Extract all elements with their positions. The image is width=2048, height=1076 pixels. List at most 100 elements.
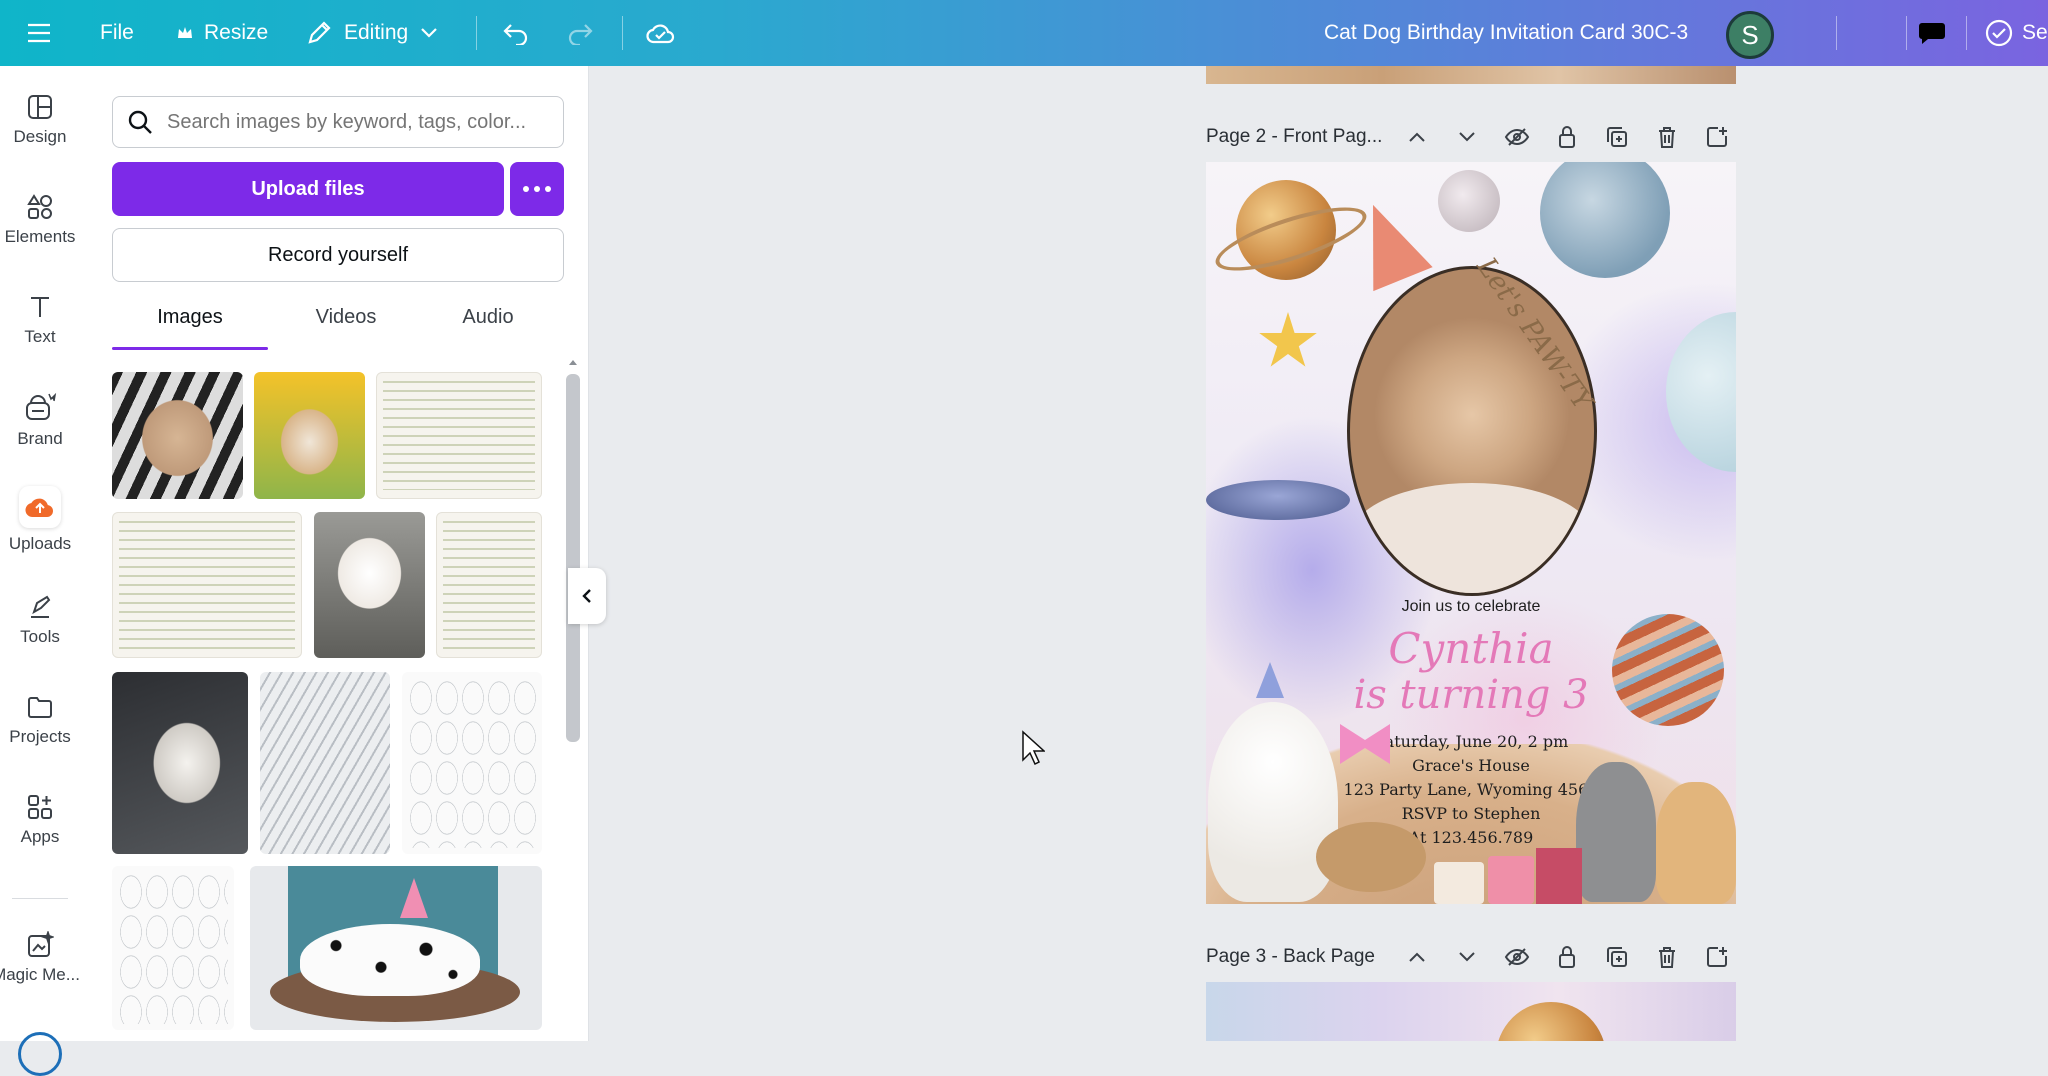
rail-apps[interactable]: Apps xyxy=(0,774,80,866)
trash-icon xyxy=(1659,947,1675,968)
upload-thumb-document[interactable] xyxy=(112,512,302,658)
avatar[interactable]: S xyxy=(1726,11,1774,59)
account-icon[interactable] xyxy=(18,1032,62,1076)
avatar-letter: S xyxy=(1741,19,1759,50)
move-up-button[interactable] xyxy=(1402,122,1432,152)
collapse-panel-button[interactable] xyxy=(568,568,606,624)
rail-label: Tools xyxy=(20,627,60,646)
search-box[interactable] xyxy=(112,96,564,148)
lock-icon xyxy=(1559,946,1575,968)
hide-page-button[interactable] xyxy=(1502,942,1532,972)
file-menu[interactable]: File xyxy=(100,0,134,66)
page-2-canvas[interactable]: Let's PAW-TY Join us to celebrate Cynthi… xyxy=(1206,162,1736,904)
join-text: Join us to celebrate xyxy=(1401,598,1541,615)
tools-icon xyxy=(31,595,51,618)
top-bar: File Resize Editing Cat Dog Birthday Inv… xyxy=(0,0,2048,66)
share-button[interactable]: Se xyxy=(1972,12,2048,54)
upload-thumb-document[interactable] xyxy=(376,372,542,499)
record-yourself-button[interactable]: Record yourself xyxy=(112,228,564,282)
upload-thumb-cat[interactable] xyxy=(112,372,243,499)
rail-label: Text xyxy=(24,327,56,346)
search-icon xyxy=(128,110,152,134)
menu-icon[interactable] xyxy=(26,0,52,66)
upload-files-button[interactable]: Upload files xyxy=(112,162,504,216)
crown-icon xyxy=(178,27,192,38)
rail-uploads[interactable]: Uploads xyxy=(0,474,80,566)
eye-off-icon xyxy=(1504,128,1530,146)
redo-button[interactable] xyxy=(566,0,594,66)
upload-thumb-white-dog[interactable] xyxy=(314,512,425,658)
rail-tools[interactable]: Tools xyxy=(0,574,80,666)
apps-icon xyxy=(28,795,52,819)
gift-box xyxy=(1488,856,1534,904)
cloud-save-icon[interactable] xyxy=(646,0,676,66)
tab-images[interactable]: Images xyxy=(112,294,268,340)
share-label: Se xyxy=(2022,21,2048,44)
editing-dropdown[interactable]: Editing xyxy=(306,0,438,66)
samoyed-dog xyxy=(1208,702,1338,902)
page-3-canvas[interactable] xyxy=(1206,982,1736,1041)
duplicate-icon xyxy=(1607,127,1627,147)
resize-button[interactable]: Resize xyxy=(176,0,268,66)
more-options-button[interactable] xyxy=(510,162,564,216)
move-down-button[interactable] xyxy=(1452,122,1482,152)
chevron-up-icon xyxy=(1409,952,1425,962)
page-2-title[interactable]: Page 2 - Front Pag... xyxy=(1206,126,1382,148)
dot xyxy=(545,186,551,192)
page-1-bottom-edge[interactable] xyxy=(1206,66,1736,84)
duplicate-page-button[interactable] xyxy=(1602,942,1632,972)
topbar-divider xyxy=(1906,16,1907,50)
left-rail: Design Elements Text Brand Uploads Tools… xyxy=(0,66,80,1076)
delete-page-button[interactable] xyxy=(1652,122,1682,152)
tab-videos[interactable]: Videos xyxy=(268,294,424,340)
chevron-down-icon xyxy=(421,28,437,38)
add-page-button[interactable] xyxy=(1702,122,1732,152)
rail-magic-media[interactable]: Magic Me... xyxy=(0,912,80,1004)
lock-page-button[interactable] xyxy=(1552,942,1582,972)
uploads-panel: Upload files Record yourself Images Vide… xyxy=(80,66,589,1041)
rail-design[interactable]: Design xyxy=(0,74,80,166)
undo-button[interactable] xyxy=(502,0,530,66)
sleeping-cat xyxy=(1316,822,1426,892)
scroll-up-icon[interactable] xyxy=(568,358,578,366)
search-input[interactable] xyxy=(165,109,559,135)
comment-icon xyxy=(1919,23,1945,44)
delete-page-button[interactable] xyxy=(1652,942,1682,972)
comments-button[interactable] xyxy=(1910,12,1954,54)
name-text: Cynthia xyxy=(1388,624,1554,673)
chevron-up-icon xyxy=(1409,132,1425,142)
upload-thumb-tags[interactable] xyxy=(402,672,542,854)
upload-thumb-dog[interactable] xyxy=(254,372,365,499)
rail-projects[interactable]: Projects xyxy=(0,674,80,766)
add-collaborator-button[interactable] xyxy=(1778,12,1822,54)
page-3-title[interactable]: Page 3 - Back Page xyxy=(1206,946,1375,968)
lock-page-button[interactable] xyxy=(1552,122,1582,152)
move-down-button[interactable] xyxy=(1452,942,1482,972)
rail-brand[interactable]: Brand xyxy=(0,374,80,466)
lock-icon xyxy=(1559,126,1575,148)
add-page-button[interactable] xyxy=(1702,942,1732,972)
upload-thumb-dalmatian[interactable] xyxy=(250,866,542,1030)
rail-label: Uploads xyxy=(8,534,72,553)
duplicate-icon xyxy=(1607,947,1627,967)
page-3-toolbar xyxy=(1400,942,1736,972)
move-up-button[interactable] xyxy=(1402,942,1432,972)
hide-page-button[interactable] xyxy=(1502,122,1532,152)
saturn-planet xyxy=(1496,1002,1606,1041)
rail-text[interactable]: Text xyxy=(0,274,80,366)
upload-thumb-grey-cat[interactable] xyxy=(112,672,248,854)
plus-icon xyxy=(1792,25,1808,41)
topbar-divider xyxy=(1966,16,1967,50)
gift-box xyxy=(1434,862,1484,904)
mouse-cursor-icon xyxy=(1022,730,1045,766)
rail-elements[interactable]: Elements xyxy=(0,174,80,266)
tab-audio[interactable]: Audio xyxy=(418,294,558,340)
upload-thumb-document[interactable] xyxy=(436,512,542,658)
upload-thumb-pattern[interactable] xyxy=(260,672,390,854)
doc-title[interactable]: Cat Dog Birthday Invitation Card 30C-3 xyxy=(1324,0,1688,66)
upload-thumb-tags[interactable] xyxy=(112,866,234,1030)
panel-scrollbar[interactable] xyxy=(566,374,580,742)
insights-button[interactable] xyxy=(1844,12,1888,54)
duplicate-page-button[interactable] xyxy=(1602,122,1632,152)
bar-chart-icon xyxy=(1855,24,1877,43)
